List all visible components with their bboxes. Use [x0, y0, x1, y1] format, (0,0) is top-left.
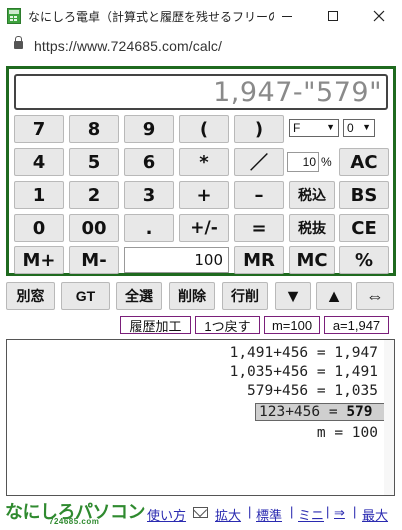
- history-line-expression: 123+456 =: [259, 404, 347, 420]
- key-7[interactable]: 7: [14, 115, 64, 143]
- decimal-select-value: 0: [347, 121, 354, 135]
- key-9[interactable]: 9: [124, 115, 174, 143]
- key-plus[interactable]: +: [179, 181, 229, 209]
- key-m-minus[interactable]: M-: [69, 246, 119, 274]
- link-standard[interactable]: 標準: [256, 505, 282, 524]
- key-00[interactable]: 00: [69, 214, 119, 242]
- format-select[interactable]: F ▼: [289, 119, 339, 137]
- memory-status: m=100: [264, 316, 320, 334]
- key-ce[interactable]: CE: [339, 214, 389, 242]
- mail-icon[interactable]: [193, 507, 208, 518]
- key-minus[interactable]: –: [234, 181, 284, 209]
- tax-rate-input[interactable]: 10: [287, 152, 319, 172]
- key-open-paren[interactable]: (: [179, 115, 229, 143]
- history-scrollbar[interactable]: [384, 340, 394, 495]
- history-line-selected[interactable]: 123+456 = 579: [255, 403, 385, 421]
- key-ac[interactable]: AC: [339, 148, 389, 176]
- history-line-result: 579: [346, 404, 373, 420]
- gt-button[interactable]: GT: [61, 282, 110, 310]
- separate-window-button[interactable]: 別窓: [6, 282, 55, 310]
- chevron-down-icon: ▼: [362, 122, 371, 132]
- key-equals[interactable]: =: [234, 214, 284, 242]
- delete-line-button[interactable]: 行削: [222, 282, 268, 310]
- key-m-plus[interactable]: M+: [14, 246, 64, 274]
- history-line[interactable]: 1,035+456 = 1,491: [230, 364, 378, 380]
- minimize-icon[interactable]: [264, 0, 310, 32]
- close-icon[interactable]: [356, 0, 402, 32]
- calculator-app-icon: [7, 8, 21, 24]
- history-line[interactable]: 579+456 = 1,035: [247, 383, 378, 399]
- history-line[interactable]: m = 100: [317, 425, 378, 441]
- memory-value-field[interactable]: 100: [124, 247, 229, 273]
- link-enlarge[interactable]: 拡大: [215, 505, 241, 524]
- link-separator: |: [290, 504, 294, 519]
- link-separator: |: [248, 504, 252, 519]
- key-decimal[interactable]: .: [124, 214, 174, 242]
- chevron-down-icon: ▼: [326, 122, 335, 132]
- history-edit-button[interactable]: 履歴加工: [120, 316, 191, 334]
- key-mr[interactable]: MR: [234, 246, 284, 274]
- answer-status: a=1,947: [324, 316, 389, 334]
- calculator-display: 1,947-"579": [14, 74, 388, 110]
- link-max[interactable]: 最大: [362, 505, 388, 524]
- key-multiply[interactable]: *: [179, 148, 229, 176]
- key-2[interactable]: 2: [69, 181, 119, 209]
- link-mini[interactable]: ミニ: [298, 505, 324, 524]
- decimal-select[interactable]: 0 ▼: [343, 119, 375, 137]
- delete-button[interactable]: 削除: [169, 282, 215, 310]
- key-close-paren[interactable]: ): [234, 115, 284, 143]
- link-separator: |: [353, 504, 357, 519]
- site-logo[interactable]: なにしろパソコン 724685.com: [5, 498, 146, 526]
- swap-button[interactable]: ⇔: [356, 282, 394, 310]
- undo-button[interactable]: 1つ戻す: [195, 316, 260, 334]
- key-plus-minus[interactable]: +/-: [179, 214, 229, 242]
- tax-rate-unit: %: [321, 155, 332, 169]
- select-all-button[interactable]: 全選: [116, 282, 162, 310]
- key-5[interactable]: 5: [69, 148, 119, 176]
- key-3[interactable]: 3: [124, 181, 174, 209]
- history-line[interactable]: 1,491+456 = 1,947: [230, 345, 378, 361]
- history-panel[interactable]: 1,491+456 = 1,947 1,035+456 = 1,491 579+…: [6, 339, 395, 496]
- url-text[interactable]: https://www.724685.com/calc/: [34, 38, 222, 54]
- display-expression: 1,947-"579": [213, 77, 382, 108]
- address-bar: https://www.724685.com/calc/: [0, 32, 402, 60]
- move-down-button[interactable]: ▼: [275, 282, 311, 310]
- logo-subtext: 724685.com: [49, 517, 100, 526]
- key-mc[interactable]: MC: [289, 246, 335, 274]
- calculator-panel: 1,947-"579" 7 8 9 ( ) F ▼ 0 ▼ 4 5 6 * ／ …: [6, 66, 396, 276]
- key-4[interactable]: 4: [14, 148, 64, 176]
- link-separator: |: [326, 504, 330, 519]
- key-6[interactable]: 6: [124, 148, 174, 176]
- maximize-icon[interactable]: [310, 0, 356, 32]
- key-1[interactable]: 1: [14, 181, 64, 209]
- link-next[interactable]: ⇒: [334, 505, 345, 521]
- key-tax-in[interactable]: 税込: [289, 181, 335, 209]
- key-tax-out[interactable]: 税抜: [289, 214, 335, 242]
- window-title: なにしろ電卓（計算式と履歴を残せるフリーのウ...: [28, 10, 274, 24]
- title-bar: なにしろ電卓（計算式と履歴を残せるフリーのウ...: [0, 0, 402, 32]
- key-bs[interactable]: BS: [339, 181, 389, 209]
- move-up-button[interactable]: ▲: [316, 282, 352, 310]
- key-8[interactable]: 8: [69, 115, 119, 143]
- key-0[interactable]: 0: [14, 214, 64, 242]
- key-divide[interactable]: ／: [234, 148, 284, 176]
- lock-icon: [14, 36, 23, 49]
- link-usage[interactable]: 使い方: [147, 505, 186, 524]
- key-percent[interactable]: %: [339, 246, 389, 274]
- format-select-value: F: [293, 121, 301, 135]
